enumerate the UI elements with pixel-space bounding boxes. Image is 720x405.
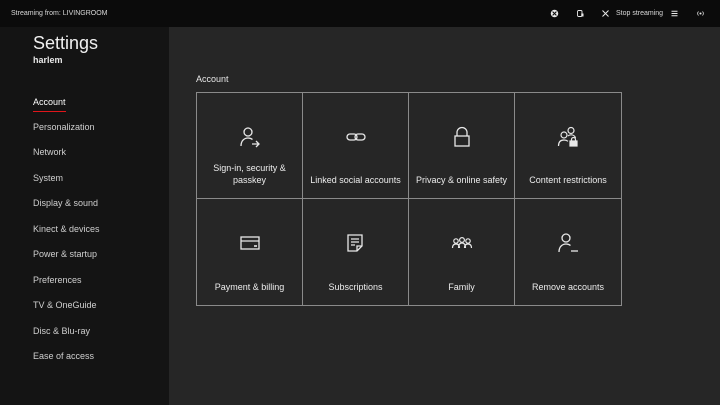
tile-content-restrictions[interactable]: Content restrictions: [515, 93, 621, 199]
tile-privacy-online-safety[interactable]: Privacy & online safety: [409, 93, 515, 199]
person-minus-icon: [555, 230, 581, 256]
close-icon[interactable]: [599, 7, 611, 19]
tile-label: Privacy & online safety: [415, 175, 508, 185]
tile-label: Sign-in, security & passkey: [213, 163, 286, 185]
sidebar-item-account[interactable]: Account: [33, 96, 66, 108]
tile-sign-in-security[interactable]: Sign-in, security & passkey: [197, 93, 303, 199]
lock-icon: [449, 124, 475, 150]
account-tiles-grid: Sign-in, security & passkey Linked socia…: [196, 92, 622, 306]
sidebar-item-power-startup[interactable]: Power & startup: [33, 248, 97, 260]
tile-linked-social-accounts[interactable]: Linked social accounts: [303, 93, 409, 199]
sidebar-item-ease-of-access[interactable]: Ease of access: [33, 350, 94, 362]
document-list-icon: [343, 230, 369, 256]
sidebar-item-kinect-devices[interactable]: Kinect & devices: [33, 223, 100, 235]
tile-subscriptions[interactable]: Subscriptions: [303, 199, 409, 305]
tile-label: Payment & billing: [214, 282, 285, 292]
tile-label: Remove accounts: [531, 282, 605, 292]
active-item-underline: [33, 111, 66, 112]
people-lock-icon: [555, 124, 581, 150]
tile-family[interactable]: Family: [409, 199, 515, 305]
streaming-status: Streaming from: LIVINGROOM: [11, 10, 108, 17]
tile-remove-accounts[interactable]: Remove accounts: [515, 199, 621, 305]
top-bar: Streaming from: LIVINGROOM Stop streamin…: [0, 0, 720, 27]
stop-streaming-button[interactable]: Stop streaming: [616, 0, 663, 27]
menu-icon[interactable]: [668, 7, 680, 19]
sidebar-item-display-sound[interactable]: Display & sound: [33, 197, 98, 209]
tile-payment-billing[interactable]: Payment & billing: [197, 199, 303, 305]
tile-label: Linked social accounts: [310, 175, 401, 185]
sidebar-item-tv-oneguide[interactable]: TV & OneGuide: [33, 299, 97, 311]
credit-card-icon: [237, 230, 263, 256]
link-icon: [343, 124, 369, 150]
xbox-icon[interactable]: [548, 7, 560, 19]
tile-label: Subscriptions: [328, 282, 383, 292]
sidebar-item-network[interactable]: Network: [33, 146, 66, 158]
family-icon: [449, 230, 475, 256]
sidebar: [0, 27, 169, 405]
sidebar-item-disc-bluray[interactable]: Disc & Blu-ray: [33, 325, 90, 337]
sidebar-item-preferences[interactable]: Preferences: [33, 274, 82, 286]
controller-icon[interactable]: [574, 7, 586, 19]
person-arrow-icon: [237, 124, 263, 150]
broadcast-icon[interactable]: [694, 7, 706, 19]
sidebar-item-personalization[interactable]: Personalization: [33, 121, 95, 133]
tile-label: Family: [448, 282, 475, 292]
section-heading: Account: [196, 74, 229, 84]
page-title: Settings: [33, 33, 99, 53]
user-gamertag: harlem: [33, 55, 63, 65]
sidebar-item-system[interactable]: System: [33, 172, 63, 184]
tile-label: Content restrictions: [529, 175, 607, 185]
